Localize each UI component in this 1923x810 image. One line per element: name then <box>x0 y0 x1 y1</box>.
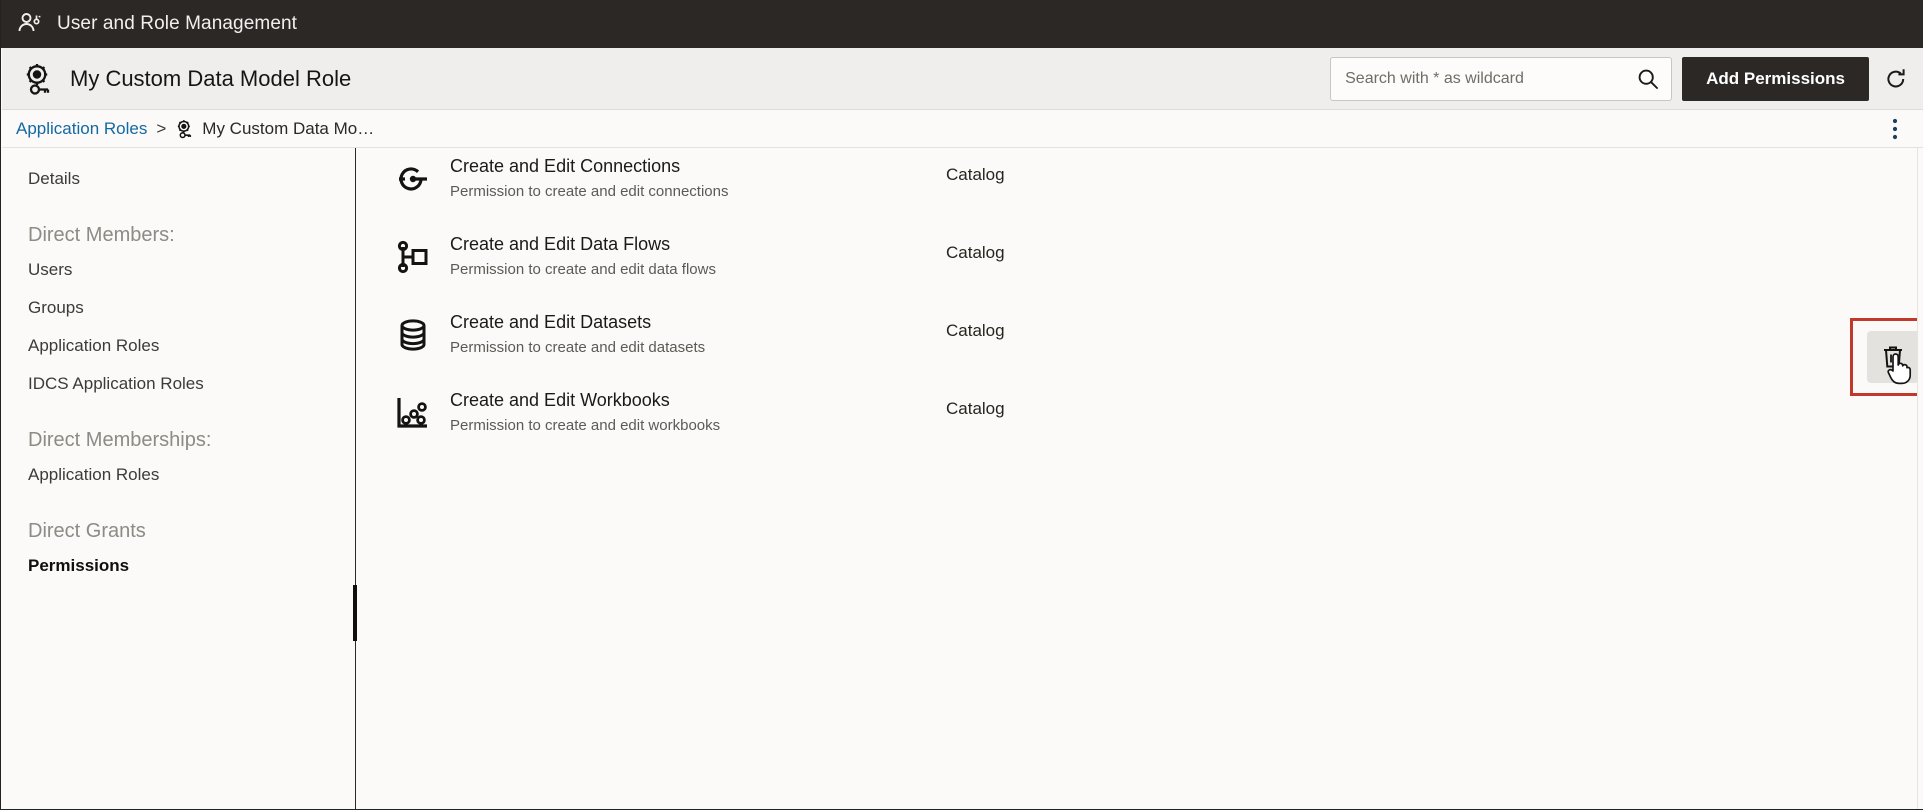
permission-scope: Catalog <box>946 399 1005 418</box>
table-row[interactable]: Create and Edit Data Flows Permission to… <box>356 226 1923 396</box>
user-role-icon <box>18 13 41 32</box>
more-options-button[interactable] <box>1881 114 1909 144</box>
table-row[interactable]: Create and Edit Connections Permission t… <box>356 148 1923 226</box>
permission-description: Permission to create and edit connection… <box>450 183 729 200</box>
search-icon[interactable] <box>1637 68 1659 90</box>
user-role-management-page: User and Role Management My Custom Data … <box>0 0 1923 810</box>
more-vertical-icon <box>1892 118 1898 139</box>
sidebar-group-direct-memberships: Direct Memberships: <box>28 429 212 451</box>
breadcrumb-separator: > <box>156 118 167 138</box>
sidebar-item-users[interactable]: Users <box>2 251 355 289</box>
permission-description: Permission to create and edit workbooks <box>450 417 721 434</box>
application-role-gear-icon <box>26 63 50 95</box>
permission-scope: Catalog <box>946 165 1005 184</box>
navigation-sidebar: Details Direct Members: Users Groups App… <box>2 148 357 809</box>
sidebar-group-direct-members: Direct Members: <box>28 224 175 246</box>
permission-description: Permission to create and edit datasets <box>450 339 706 356</box>
sidebar-item-idcs-application-roles[interactable]: IDCS Application Roles <box>2 365 355 403</box>
sidebar-group-direct-grants: Direct Grants <box>28 520 146 542</box>
sidebar-item-application-roles[interactable]: Application Roles <box>2 327 355 365</box>
refresh-button[interactable] <box>1869 57 1923 101</box>
table-row[interactable]: Create and Edit Workbooks Permission to … <box>356 382 1923 460</box>
page-header: My Custom Data Model Role Add Permission… <box>2 48 1923 110</box>
sidebar-item-details[interactable]: Details <box>2 160 355 198</box>
permission-name: Create and Edit Data Flows <box>450 234 671 254</box>
permission-description: Permission to create and edit data flows <box>450 261 716 278</box>
permission-name: Create and Edit Workbooks <box>450 390 670 410</box>
breadcrumb-current: My Custom Data Mo… <box>202 118 375 138</box>
header-actions: Add Permissions <box>1330 48 1923 109</box>
permission-name: Create and Edit Connections <box>450 156 681 176</box>
application-title: User and Role Management <box>57 13 298 34</box>
refresh-icon <box>1887 68 1905 87</box>
permission-text: Create and Edit Connections Permission t… <box>450 154 729 203</box>
sidebar-item-membership-application-roles[interactable]: Application Roles <box>2 456 355 494</box>
breadcrumb: Application Roles > My Custom Data Mo… <box>2 110 1923 148</box>
search-input[interactable] <box>1331 57 1672 100</box>
application-header-bar: User and Role Management <box>1 0 1923 48</box>
search-box[interactable] <box>1330 56 1673 101</box>
sidebar-item-permissions[interactable]: Permissions <box>2 547 355 585</box>
permission-name: Create and Edit Datasets <box>450 312 652 332</box>
breadcrumb-link-application-roles[interactable]: Application Roles <box>16 119 147 139</box>
dataset-database-icon <box>400 319 426 351</box>
content-scroll-edge[interactable] <box>1917 148 1923 809</box>
data-flow-icon <box>397 240 428 274</box>
permissions-list: Create and Edit Connections Permission t… <box>356 148 1923 809</box>
permission-text: Create and Edit Workbooks Permission to … <box>450 388 720 437</box>
add-permissions-button[interactable]: Add Permissions <box>1682 56 1869 101</box>
page-body: Details Direct Members: Users Groups App… <box>2 148 1923 809</box>
permission-scope: Catalog <box>946 243 1005 262</box>
sidebar-item-groups[interactable]: Groups <box>2 289 355 327</box>
table-row[interactable]: Create and Edit Datasets Permission to c… <box>356 304 1923 382</box>
permission-text: Create and Edit Datasets Permission to c… <box>450 310 705 359</box>
page-title: My Custom Data Model Role <box>70 65 352 91</box>
connection-icon <box>399 167 427 191</box>
permission-text: Create and Edit Data Flows Permission to… <box>450 232 716 281</box>
workbook-scatter-icon <box>397 398 427 428</box>
application-role-gear-icon <box>178 119 192 138</box>
permission-scope: Catalog <box>946 321 1005 340</box>
